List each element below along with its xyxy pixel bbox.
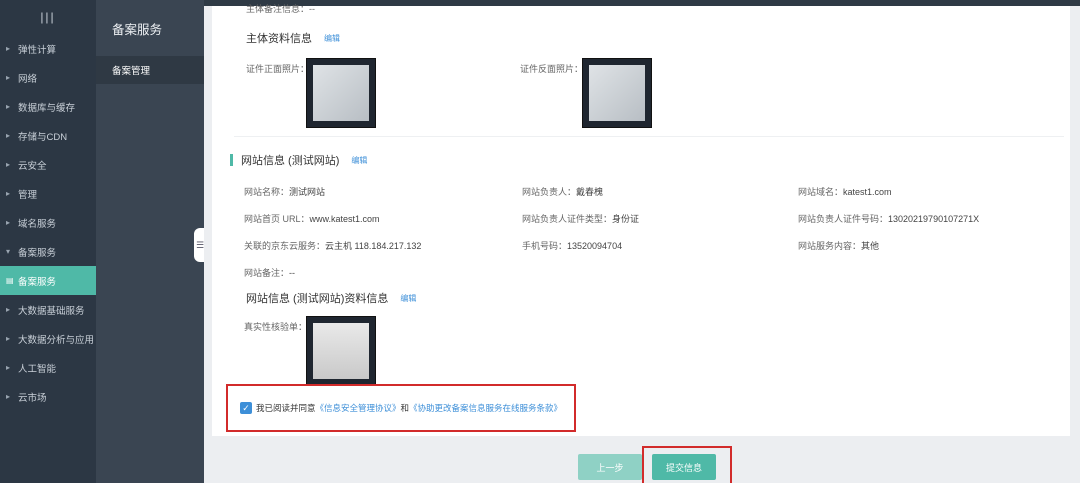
menu-lines-icon[interactable]: |||: [0, 0, 96, 34]
sidebar-item-network[interactable]: ▸ 网络: [0, 63, 96, 92]
sidebar-item-filing-service-group[interactable]: ▾ 备案服务: [0, 237, 96, 266]
website-remark-field: 网站备注：--: [244, 268, 296, 278]
sidebar-item-bigdata-basic[interactable]: ▸ 大数据基础服务: [0, 295, 96, 324]
chevron-right-icon: ▸: [6, 102, 11, 111]
chevron-right-icon: ▸: [6, 44, 11, 53]
website-domain-field: 网站域名：katest1.com: [798, 187, 892, 197]
website-owner-field: 网站负责人：戴春槐: [522, 187, 604, 197]
agree-checkbox[interactable]: ✓: [240, 402, 252, 414]
subject-remark-label: 主体备注信息：--: [246, 4, 315, 14]
chevron-right-icon: ▸: [6, 131, 11, 140]
sidebar-item-label: 人工智能: [18, 363, 57, 375]
sidebar-item-database[interactable]: ▸ 数据库与缓存: [0, 92, 96, 121]
service-terms-link[interactable]: 《协助更改备案信息服务在线服务条款》: [409, 402, 562, 414]
id-back-label: 证件反面照片：: [520, 64, 584, 74]
chevron-right-icon: ▸: [6, 189, 11, 198]
chevron-right-icon: ▸: [6, 392, 11, 401]
review-card: 主体备注信息：-- 主体资料信息 编辑 证件正面照片： 证件反面照片： 网站信息…: [212, 4, 1070, 436]
sidebar-item-ai[interactable]: ▸ 人工智能: [0, 353, 96, 382]
owner-id-type-field: 网站负责人证件类型：身份证: [522, 214, 640, 224]
chevron-right-icon: ▸: [6, 363, 11, 372]
sidebar-item-label: 数据库与缓存: [18, 102, 76, 114]
chevron-right-icon: ▸: [6, 73, 11, 82]
section-title: 主体资料信息: [246, 33, 312, 45]
document-icon: ▤: [6, 276, 14, 285]
chevron-right-icon: ▸: [6, 305, 11, 314]
owner-id-number-field: 网站负责人证件号码：13020219790107271X: [798, 214, 980, 224]
sidebar-item-label: 备案服务: [18, 276, 57, 288]
website-docs-section: 网站信息 (测试网站)资料信息 编辑: [246, 290, 416, 306]
service-content-field: 网站服务内容：其他: [798, 241, 880, 251]
section-title: 网站信息 (测试网站)资料信息: [246, 293, 389, 305]
sidebar-item-bigdata-analysis[interactable]: ▸ 大数据分析与应用: [0, 324, 96, 353]
phone-number-field: 手机号码：13520094704: [522, 241, 623, 251]
submenu-title: 备案服务: [112, 22, 163, 37]
primary-sidebar: ||| ▸ 弹性计算 ▸ 网络 ▸ 数据库与缓存 ▸ 存储与CDN ▸ 云安全 ▸ 管理 ▸…: [0, 0, 96, 483]
sidebar-item-elastic-compute[interactable]: ▸ 弹性计算: [0, 34, 96, 63]
verification-sheet-photo[interactable]: [306, 316, 376, 386]
sidebar-item-label: 大数据基础服务: [18, 305, 85, 317]
sidebar-item-label: 网络: [18, 73, 38, 85]
linked-cloud-service-field: 关联的京东云服务：云主机 118.184.217.132: [244, 241, 422, 251]
sidebar-item-label: 云市场: [18, 392, 47, 404]
sidebar-item-label: 域名服务: [18, 218, 57, 230]
sidebar-item-cloud-security[interactable]: ▸ 云安全: [0, 150, 96, 179]
website-url-field: 网站首页 URL：www.katest1.com: [244, 214, 380, 224]
verification-sheet-label: 真实性核验单：: [244, 322, 308, 332]
previous-step-button[interactable]: 上一步: [578, 454, 642, 480]
section-divider: [234, 136, 1064, 137]
edit-link[interactable]: 编辑: [351, 155, 367, 166]
website-info-section: 网站信息 (测试网站) 编辑: [230, 152, 367, 168]
sidebar-item-label: 云安全: [18, 160, 47, 172]
chevron-right-icon: ▸: [6, 218, 11, 227]
submenu-item-filing-management[interactable]: 备案管理: [96, 56, 204, 84]
sidebar-item-label: 备案服务: [18, 247, 57, 259]
sidebar-item-label: 存储与CDN: [18, 131, 68, 143]
sidebar-item-domain-service[interactable]: ▸ 域名服务: [0, 208, 96, 237]
sidebar-item-label: 弹性计算: [18, 44, 57, 56]
sidebar-item-management[interactable]: ▸ 管理: [0, 179, 96, 208]
security-agreement-link[interactable]: 《信息安全管理协议》: [316, 402, 401, 414]
agreement-prefix: 我已阅读并同意: [256, 403, 316, 413]
section-title: 网站信息 (测试网站): [241, 155, 340, 167]
id-front-label: 证件正面照片：: [246, 64, 310, 74]
sidebar-item-label: 大数据分析与应用: [18, 334, 95, 346]
chevron-right-icon: ▸: [6, 160, 11, 169]
secondary-sidebar: 备案服务 备案管理: [96, 0, 204, 483]
sidebar-item-cloud-market[interactable]: ▸ 云市场: [0, 382, 96, 411]
edit-link[interactable]: 编辑: [324, 33, 340, 44]
chevron-down-icon: ▾: [6, 247, 11, 256]
main-content: 主体备注信息：-- 主体资料信息 编辑 证件正面照片： 证件反面照片： 网站信息…: [204, 4, 1080, 483]
agreement-conjunction: 和: [400, 403, 410, 413]
website-name-field: 网站名称：测试网站: [244, 187, 326, 197]
sidebar-item-label: 管理: [18, 189, 38, 201]
chevron-right-icon: ▸: [6, 334, 11, 343]
submit-button[interactable]: 提交信息: [652, 454, 716, 480]
id-front-photo[interactable]: [306, 58, 376, 128]
sidebar-item-filing-service[interactable]: ▤ 备案服务: [0, 266, 96, 295]
agreement-highlight: ✓ 我已阅读并同意 《信息安全管理协议》 和 《协助更改备案信息服务在线服务条款…: [226, 384, 576, 432]
sidebar-item-storage-cdn[interactable]: ▸ 存储与CDN: [0, 121, 96, 150]
edit-link[interactable]: 编辑: [400, 293, 416, 304]
id-back-photo[interactable]: [582, 58, 652, 128]
subject-docs-section: 主体资料信息 编辑: [246, 30, 340, 46]
